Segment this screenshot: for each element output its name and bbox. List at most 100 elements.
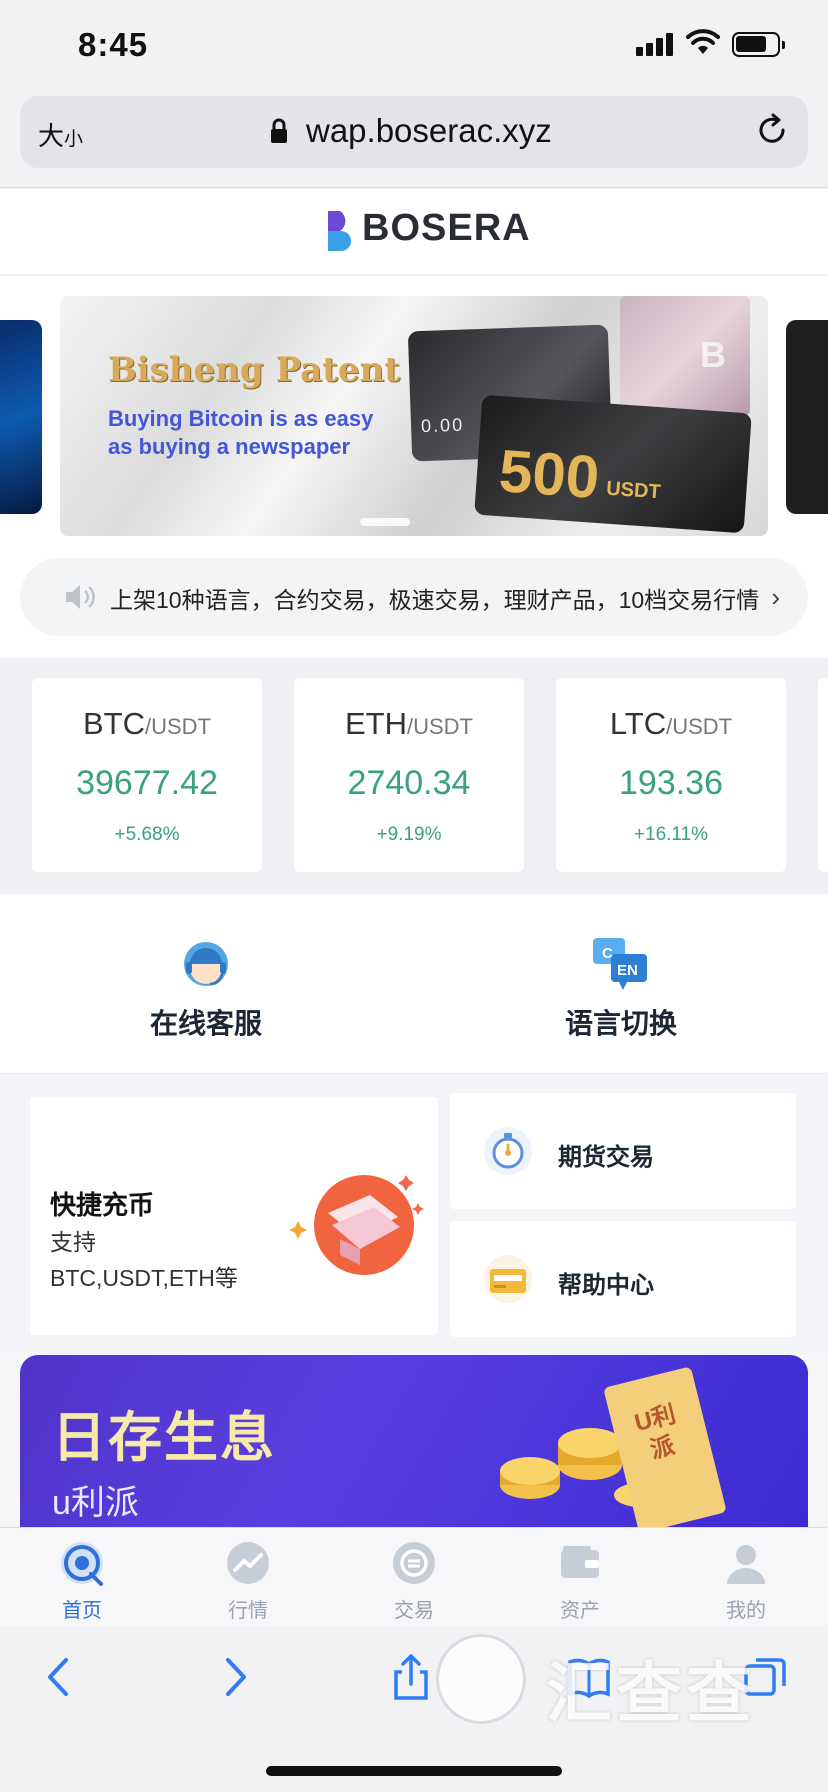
tab-trade[interactable]: 交易 [354, 1538, 474, 1622]
brand-header: BOSERA [0, 189, 828, 275]
quick-actions: 在线客服 C EN 语言切换 [0, 894, 828, 1074]
futures-trading-label: 期货交易 [558, 1144, 654, 1171]
bosera-logo-icon [328, 211, 351, 251]
market-trend-icon [227, 1542, 269, 1584]
tab-trade-label: 交易 [394, 1600, 434, 1622]
banner-card-number: 0.00 [420, 414, 465, 437]
online-support-button[interactable]: 在线客服 [106, 934, 306, 1054]
tab-assets-label: 资产 [560, 1600, 600, 1622]
ticker-base: ETH [345, 706, 407, 741]
ticker-price: 39677.42 [76, 764, 218, 802]
user-icon [727, 1545, 765, 1584]
lock-icon [271, 118, 287, 143]
tab-home[interactable]: 首页 [22, 1538, 142, 1622]
ticker-quote: /USDT [666, 714, 733, 739]
banner-title: Bisheng Patent [108, 350, 400, 390]
ticker-change: +9.19% [376, 824, 442, 845]
ticker-card-partial[interactable] [818, 678, 828, 872]
ticker-pair: ETH/USDT [294, 706, 524, 742]
chevron-right-icon[interactable]: › [771, 582, 780, 613]
bottom-tab-bar: 首页 行情 交易 资产 我的 [0, 1527, 828, 1625]
browser-toolbar: 汇查查 [0, 1626, 828, 1792]
help-center-card[interactable]: 帮助中心 [450, 1221, 796, 1337]
notice-bar[interactable]: 上架10种语言，合约交易，极速交易，理财产品，10档交易行情 › [20, 558, 808, 636]
banner-next-slide[interactable] [786, 320, 828, 514]
ticker-quote: /USDT [145, 714, 211, 739]
promo-banner[interactable]: 日存生息 u利派 U利派 [20, 1355, 808, 1527]
help-center-label: 帮助中心 [558, 1272, 654, 1299]
text-size-large: 大 [38, 121, 65, 151]
futures-trading-card[interactable]: 期货交易 [450, 1093, 796, 1209]
tab-market[interactable]: 行情 [188, 1538, 308, 1622]
text-size-button[interactable]: 大小 [38, 116, 83, 153]
ticker-quote: /USDT [407, 714, 473, 739]
banner-subtitle-2: as buying a newspaper [108, 434, 351, 459]
carousel-indicator [360, 518, 410, 526]
online-support-label: 在线客服 [149, 1008, 262, 1039]
cellular-signal-icon [636, 32, 676, 56]
lang-icon-en: EN [617, 962, 638, 979]
watermark: 汇查查 [436, 1634, 796, 1730]
battery-icon [732, 32, 785, 57]
language-icon: C EN [593, 938, 647, 990]
promo-title: 日存生息 [52, 1408, 276, 1468]
banner-card-bitcoin: B [620, 296, 750, 416]
text-size-small: 小 [64, 129, 84, 150]
home-indicator [266, 1766, 562, 1776]
ticker-pair: LTC/USDT [556, 706, 786, 742]
share-icon[interactable] [388, 1652, 434, 1702]
reload-icon[interactable] [754, 112, 790, 148]
language-switch-label: 语言切换 [564, 1008, 677, 1039]
quick-deposit-sub1: 支持 [50, 1229, 96, 1255]
watermark-text: 汇查查 [546, 1656, 756, 1730]
banner-subtitle-1: Buying Bitcoin is as easy [108, 406, 374, 431]
banner-card-currency: USDT [605, 477, 662, 504]
brand-name: BOSERA [362, 207, 531, 249]
ticker-base: LTC [609, 706, 667, 741]
quick-deposit-card[interactable]: 快捷充币 支持 BTC,USDT,ETH等 [30, 1097, 438, 1335]
ticker-price: 193.36 [619, 764, 723, 802]
ticker-pair: BTC/USDT [32, 706, 262, 742]
notice-text: 上架10种语言，合约交易，极速交易，理财产品，10档交易行情 [110, 587, 760, 613]
url-text[interactable]: wap.boserac.xyz [306, 112, 552, 150]
status-time: 8:45 [78, 26, 149, 63]
banner-carousel[interactable]: B 0.00 500 USDT Bisheng Patent Buying Bi… [0, 276, 828, 548]
wallet-icon [561, 1546, 599, 1578]
promo-subtitle: u利派 [52, 1484, 139, 1522]
speaker-icon [66, 585, 95, 609]
language-switch-button[interactable]: C EN 语言切换 [521, 934, 721, 1054]
customer-service-icon [184, 942, 228, 986]
feature-grid: 快捷充币 支持 BTC,USDT,ETH等 期货交易 帮助中心 [0, 1075, 828, 1354]
help-card-icon [484, 1255, 532, 1303]
quick-deposit-sub2: BTC,USDT,ETH等 [50, 1265, 238, 1291]
banner-card-amount: 500 [496, 437, 602, 511]
forward-icon[interactable] [212, 1652, 258, 1702]
tab-profile[interactable]: 我的 [686, 1538, 806, 1622]
banner-card-symbol: B [700, 334, 726, 375]
ticker-card-eth[interactable]: ETH/USDT 2740.34 +9.19% [294, 678, 524, 872]
address-bar[interactable]: 大小 wap.boserac.xyz [20, 96, 808, 168]
banner-slide[interactable]: B 0.00 500 USDT Bisheng Patent Buying Bi… [60, 296, 768, 536]
banner-card-usdt: 500 USDT [474, 394, 752, 534]
back-icon[interactable] [36, 1652, 82, 1702]
ticker-change: +16.11% [633, 824, 709, 845]
notice-section: 上架10种语言，合约交易，极速交易，理财产品，10档交易行情 › [0, 548, 828, 658]
tab-assets[interactable]: 资产 [520, 1538, 640, 1622]
ticker-price: 2740.34 [347, 764, 471, 802]
wifi-icon [686, 29, 720, 54]
stopwatch-icon [484, 1127, 532, 1175]
tab-home-label: 首页 [62, 1600, 102, 1622]
ticker-card-ltc[interactable]: LTC/USDT 193.36 +16.11% [556, 678, 786, 872]
ticker-section: BTC/USDT 39677.42 +5.68% ETH/USDT 2740.3… [0, 658, 828, 894]
promo-ticket-text: U利派 [631, 1400, 679, 1465]
tab-market-label: 行情 [228, 1600, 268, 1622]
quick-deposit-title: 快捷充币 [50, 1190, 155, 1220]
banner-prev-slide[interactable] [0, 320, 42, 514]
lang-icon-c: C [602, 945, 613, 962]
tab-profile-label: 我的 [726, 1600, 766, 1622]
watermark-logo-icon [436, 1634, 526, 1724]
ticker-change: +5.68% [114, 824, 180, 845]
home-icon [61, 1542, 103, 1586]
ticker-card-btc[interactable]: BTC/USDT 39677.42 +5.68% [32, 678, 262, 872]
browser-address-area: 大小 wap.boserac.xyz [0, 90, 828, 188]
